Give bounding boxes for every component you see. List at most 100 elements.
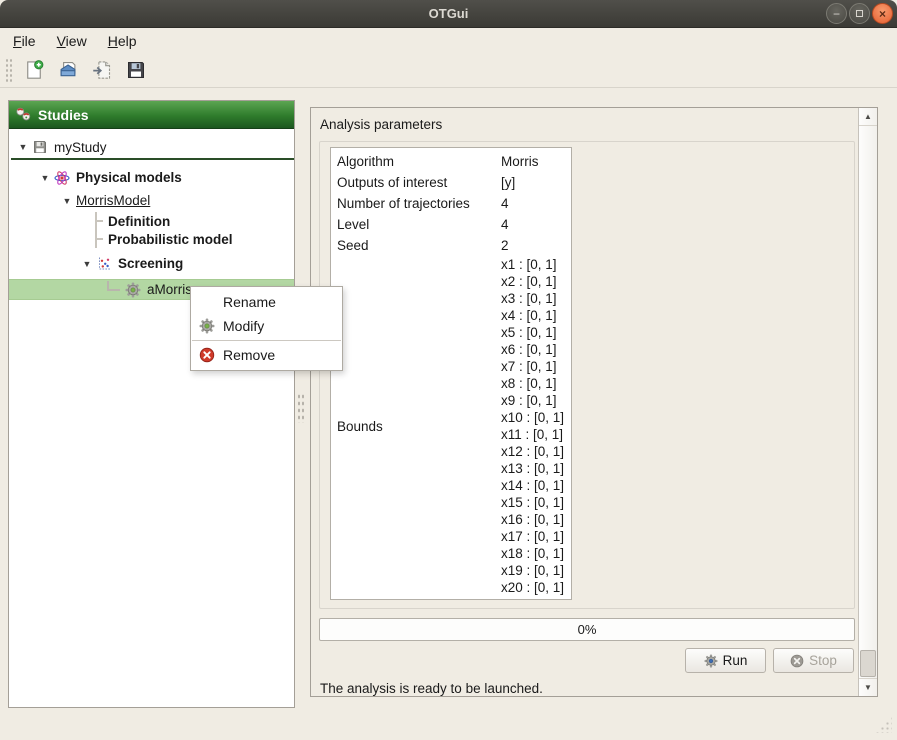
bounds-list: x1 : [0, 1]x2 : [0, 1]x3 : [0, 1]x4 : [0… (501, 256, 565, 596)
action-buttons: Run Stop (311, 648, 854, 673)
tree-item-mystudy[interactable]: ▼ myStudy (9, 137, 294, 157)
bounds-item: x3 : [0, 1] (501, 290, 565, 307)
stop-button-label: Stop (809, 653, 837, 668)
new-document-icon (24, 60, 44, 80)
param-row: Level 4 (331, 214, 571, 235)
studies-header-label: Studies (38, 107, 89, 123)
tree-item-label: Physical models (76, 170, 182, 185)
param-label: Algorithm (337, 154, 501, 169)
menu-separator (192, 340, 341, 341)
tree-item-label: Screening (118, 256, 183, 271)
minimize-icon: − (833, 8, 840, 20)
menu-item-label: Rename (223, 294, 276, 310)
toolbar-drag-handle[interactable] (5, 58, 12, 82)
expand-arrow-icon[interactable]: ▼ (39, 173, 51, 183)
tree-item-label: aMorris (147, 282, 192, 297)
branch-tick (97, 238, 103, 240)
window-title: OTGui (429, 6, 469, 21)
bounds-label: Bounds (337, 419, 501, 434)
bounds-item: x7 : [0, 1] (501, 358, 565, 375)
param-value: 4 (501, 196, 565, 211)
bounds-item: x15 : [0, 1] (501, 494, 565, 511)
bounds-item: x12 : [0, 1] (501, 443, 565, 460)
run-button[interactable]: Run (685, 648, 766, 673)
param-value: [y] (501, 175, 565, 190)
branch-elbow (107, 281, 120, 291)
maximize-button[interactable] (849, 3, 870, 24)
resize-grip[interactable] (875, 716, 892, 733)
model-sub-items: Definition Probabilistic model (95, 212, 294, 248)
save-button[interactable] (123, 57, 149, 83)
window-controls: − × (826, 3, 893, 24)
tree-item-physical-models[interactable]: ▼ Physical models (9, 167, 294, 188)
param-value: 4 (501, 217, 565, 232)
menu-item-help[interactable]: Help (105, 31, 140, 51)
close-button[interactable]: × (872, 3, 893, 24)
bounds-item: x14 : [0, 1] (501, 477, 565, 494)
maximize-icon (856, 10, 863, 17)
vertical-scrollbar[interactable]: ▲ ▼ (858, 108, 877, 696)
tree-item-screening[interactable]: ▼ Screening (9, 253, 294, 274)
param-row: Number of trajectories 4 (331, 193, 571, 214)
bounds-item: x18 : [0, 1] (501, 545, 565, 562)
tree-item-label: myStudy (54, 140, 107, 155)
bounds-item: x6 : [0, 1] (501, 341, 565, 358)
bounds-item: x8 : [0, 1] (501, 375, 565, 392)
open-study-button[interactable] (55, 57, 81, 83)
bounds-item: x9 : [0, 1] (501, 392, 565, 409)
tree-item-definition[interactable]: Definition (97, 212, 294, 230)
scroll-up-icon: ▲ (864, 112, 872, 121)
bounds-item: x13 : [0, 1] (501, 460, 565, 477)
save-floppy-icon (126, 60, 146, 80)
screening-scatter-icon (96, 256, 112, 272)
menu-item-view[interactable]: View (54, 31, 90, 51)
analysis-panel: Analysis parameters Algorithm Morris Out… (310, 107, 878, 697)
close-icon: × (879, 8, 886, 20)
tree-item-morrismodel[interactable]: ▼ MorrisModel (9, 190, 294, 211)
menu-item-file[interactable]: File (10, 31, 39, 51)
tree-item-probabilistic-model[interactable]: Probabilistic model (97, 230, 294, 248)
minimize-button[interactable]: − (826, 3, 847, 24)
studies-panel: Studies ▼ myStudy ▼ (8, 100, 295, 708)
stop-icon (790, 654, 804, 668)
expand-arrow-icon[interactable]: ▼ (61, 196, 73, 206)
scrollbar-thumb[interactable] (860, 650, 876, 677)
scroll-down-icon: ▼ (864, 683, 872, 692)
import-script-button[interactable] (89, 57, 115, 83)
expand-arrow-icon[interactable]: ▼ (17, 142, 29, 152)
bounds-item: x1 : [0, 1] (501, 256, 565, 273)
param-row: Outputs of interest [y] (331, 172, 571, 193)
context-menu-item-modify[interactable]: Modify (191, 314, 342, 338)
param-value: 2 (501, 238, 565, 253)
context-menu-item-rename[interactable]: Rename (191, 290, 342, 314)
tree-item-label: Definition (108, 214, 170, 229)
study-save-icon (32, 139, 48, 155)
param-row: Seed 2 (331, 235, 571, 256)
modify-gear-icon (199, 318, 215, 334)
bounds-item: x10 : [0, 1] (501, 409, 565, 426)
remove-icon (199, 347, 215, 363)
branch-tick (97, 220, 103, 222)
parameters-groupbox: Algorithm Morris Outputs of interest [y]… (319, 141, 855, 609)
context-menu: Rename Modify Remove (190, 286, 343, 371)
splitter-handle[interactable] (297, 393, 304, 423)
bounds-item: x11 : [0, 1] (501, 426, 565, 443)
titlebar: OTGui − × (0, 0, 897, 28)
context-menu-item-remove[interactable]: Remove (191, 343, 342, 367)
menubar: File View Help (0, 28, 897, 53)
bounds-row: Bounds x1 : [0, 1]x2 : [0, 1]x3 : [0, 1]… (331, 256, 571, 596)
scroll-up-button[interactable]: ▲ (859, 108, 877, 126)
bounds-item: x20 : [0, 1] (501, 579, 565, 596)
param-value: Morris (501, 154, 565, 169)
stop-button[interactable]: Stop (773, 648, 854, 673)
import-document-icon (92, 60, 112, 80)
open-folder-icon (58, 60, 78, 80)
bounds-item: x16 : [0, 1] (501, 511, 565, 528)
analysis-title: Analysis parameters (320, 117, 442, 132)
study-underline (11, 158, 294, 160)
scroll-down-button[interactable]: ▼ (859, 678, 877, 696)
bounds-item: x19 : [0, 1] (501, 562, 565, 579)
new-study-button[interactable] (21, 57, 47, 83)
expand-arrow-icon[interactable]: ▼ (81, 259, 93, 269)
bounds-item: x4 : [0, 1] (501, 307, 565, 324)
